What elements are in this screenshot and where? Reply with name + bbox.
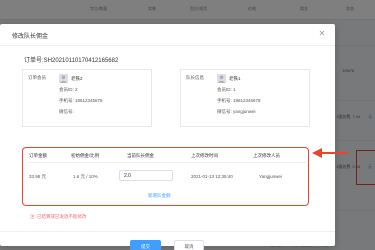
team-leader-wechat: 微信号: yangjunwei: [217, 109, 256, 114]
team-leader-id: 会员ID: 1: [217, 87, 236, 92]
order-number: 订单号:SH20210110170412165682: [24, 58, 119, 64]
order-member-wechat: 微信号:: [59, 109, 74, 114]
submit-button[interactable]: 提交: [130, 240, 161, 250]
col-last-modified-user: 上次修改人员: [253, 153, 280, 158]
close-icon[interactable]: ✕: [317, 29, 327, 39]
table-divider: [27, 162, 306, 163]
cancel-button[interactable]: 取消: [174, 240, 204, 250]
avatar: [217, 74, 226, 83]
modal-title: 修改队长佣金: [12, 34, 49, 40]
col-initial-commission: 初始佣金/比例: [71, 153, 100, 158]
team-leader-phone: 手机号: 18612345678: [217, 98, 261, 103]
team-leader-name: 老铁1: [229, 76, 241, 81]
col-current-commission: 当前队长佣金: [127, 153, 154, 158]
current-commission-input[interactable]: [119, 170, 173, 181]
avatar: [59, 74, 68, 83]
order-member-name: 老铁2: [71, 76, 83, 81]
order-member-phone: 手机号: 18612345678: [59, 98, 103, 103]
order-member-role: 订单会员: [28, 75, 46, 80]
warning-note: 注: 已结算或已发放不能修改: [30, 214, 87, 219]
commission-table: 订单金额 初始佣金/比例 当前队长佣金 上次修改时间 上次修改人员 33.98 …: [22, 147, 309, 206]
team-leader-role: 队长信息: [186, 75, 204, 80]
order-member-card: 订单会员 老铁2 会员ID: 2 手机号: 18612345678 微信号:: [22, 69, 152, 127]
order-amount-value: 33.98 元: [29, 174, 47, 179]
team-leader-card: 队长信息 老铁1 会员ID: 1 手机号: 18612345678 微信号: y…: [180, 69, 310, 127]
col-order-amount: 订单金额: [29, 153, 47, 158]
order-member-id: 会员ID: 2: [59, 87, 78, 92]
edit-commission-modal: 修改队长佣金 ✕ 订单号:SH20210110170412165682 订单会员…: [0, 24, 335, 250]
modal-header: 修改队长佣金 ✕: [0, 24, 335, 46]
initial-commission-value: 1.6 元 / 10%: [73, 174, 98, 179]
last-modified-time-value: 2021-01-13 12:35:40: [191, 174, 233, 179]
last-modified-user-value: Yangjunwei: [259, 174, 282, 179]
add-amount-link[interactable]: 新增队金额: [148, 193, 171, 199]
arrow-left-icon: [312, 148, 348, 158]
col-last-modified-time: 上次修改时间: [191, 153, 218, 158]
footer-divider: [0, 231, 335, 232]
